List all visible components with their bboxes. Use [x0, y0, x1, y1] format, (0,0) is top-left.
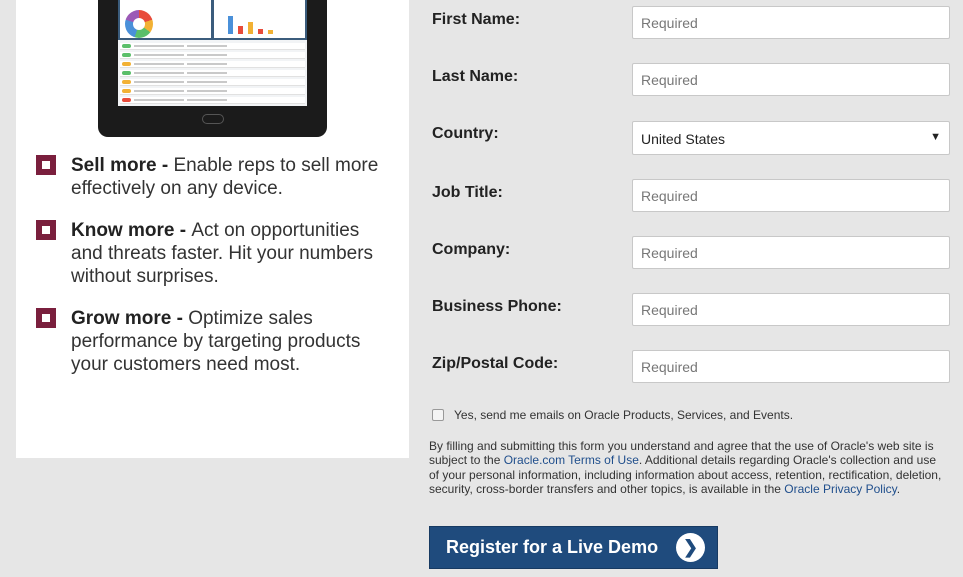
register-demo-label: Register for a Live Demo [446, 537, 659, 557]
legal-text: . [896, 481, 901, 496]
job-title-label: Job Title: [432, 184, 503, 201]
benefit-item: Sell more - Enable reps to sell more eff… [36, 154, 386, 200]
benefit-separator: - [156, 155, 174, 176]
zip-code-input[interactable] [632, 350, 950, 383]
company-label: Company: [432, 241, 511, 258]
business-phone-input[interactable] [632, 293, 950, 326]
benefit-title: Sell more [71, 155, 157, 176]
country-label: Country: [432, 125, 499, 142]
privacy-policy-link[interactable]: Oracle Privacy Policy [784, 482, 896, 496]
donut-chart-graphic [125, 10, 153, 38]
benefit-separator: - [171, 308, 189, 329]
bullet-square-icon [36, 155, 56, 175]
benefit-separator: - [174, 220, 192, 241]
tablet-image [98, 0, 327, 137]
dropdown-arrow-icon: ▼ [930, 131, 941, 143]
company-input[interactable] [632, 236, 950, 269]
email-optin-label: Yes, send me emails on Oracle Products, … [454, 408, 794, 422]
legal-notice: By filling and submitting this form you … [429, 439, 947, 496]
register-demo-button[interactable]: Register for a Live Demo ❯ [429, 526, 718, 569]
last-name-label: Last Name: [432, 68, 519, 85]
benefit-title: Grow more [71, 308, 172, 329]
job-title-input[interactable] [632, 179, 950, 212]
email-optin-checkbox[interactable] [432, 409, 444, 421]
terms-of-use-link[interactable]: Oracle.com Terms of Use [504, 453, 639, 467]
business-phone-label: Business Phone: [432, 298, 562, 315]
benefit-title: Know more [71, 220, 175, 241]
benefit-item: Grow more - Optimize sales performance b… [36, 307, 386, 376]
tablet-home-button [202, 114, 224, 124]
bullet-square-icon [36, 308, 56, 328]
benefit-item: Know more - Act on opportunities and thr… [36, 219, 386, 288]
email-optin: Yes, send me emails on Oracle Products, … [432, 408, 793, 422]
arrow-right-circle-icon: ❯ [676, 533, 706, 562]
last-name-input[interactable] [632, 63, 950, 96]
benefit-list: Sell more - Enable reps to sell more eff… [36, 154, 386, 395]
bullet-square-icon [36, 220, 56, 240]
promo-panel: Sell more - Enable reps to sell more eff… [16, 0, 409, 458]
first-name-input[interactable] [632, 6, 950, 39]
country-select[interactable]: United States ▼ [632, 121, 950, 155]
first-name-label: First Name: [432, 11, 521, 28]
zip-code-label: Zip/Postal Code: [432, 355, 559, 372]
country-selected-value: United States [641, 131, 726, 147]
tablet-screen [118, 0, 307, 106]
